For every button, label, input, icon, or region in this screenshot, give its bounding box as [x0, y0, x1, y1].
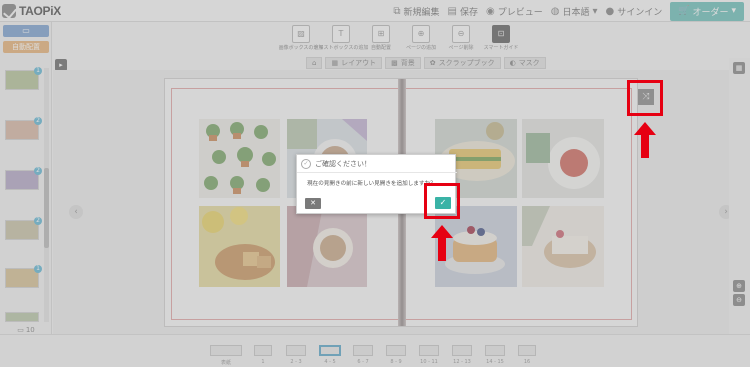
red-arrow-icon [431, 225, 453, 261]
check-circle-icon: ✓ [301, 159, 311, 169]
highlight-box [627, 80, 663, 116]
dialog-divider [297, 172, 457, 173]
close-icon: ✕ [310, 199, 316, 207]
dialog-message: 現在の見開きの前に新しい見開きを追加しますか？ [307, 181, 436, 187]
dialog-title: ご確認ください！ [315, 160, 371, 168]
highlight-box [424, 183, 460, 219]
red-arrow-icon [634, 122, 656, 158]
cancel-button[interactable]: ✕ [305, 198, 321, 209]
editor-window: TAOPiX ⧉ 新規編集 ▤ 保存 ◉ プレビュー ◍ 日本語 ▾ ● サイン… [0, 0, 750, 367]
dialog-header: ✓ ご確認ください！ [301, 159, 371, 169]
